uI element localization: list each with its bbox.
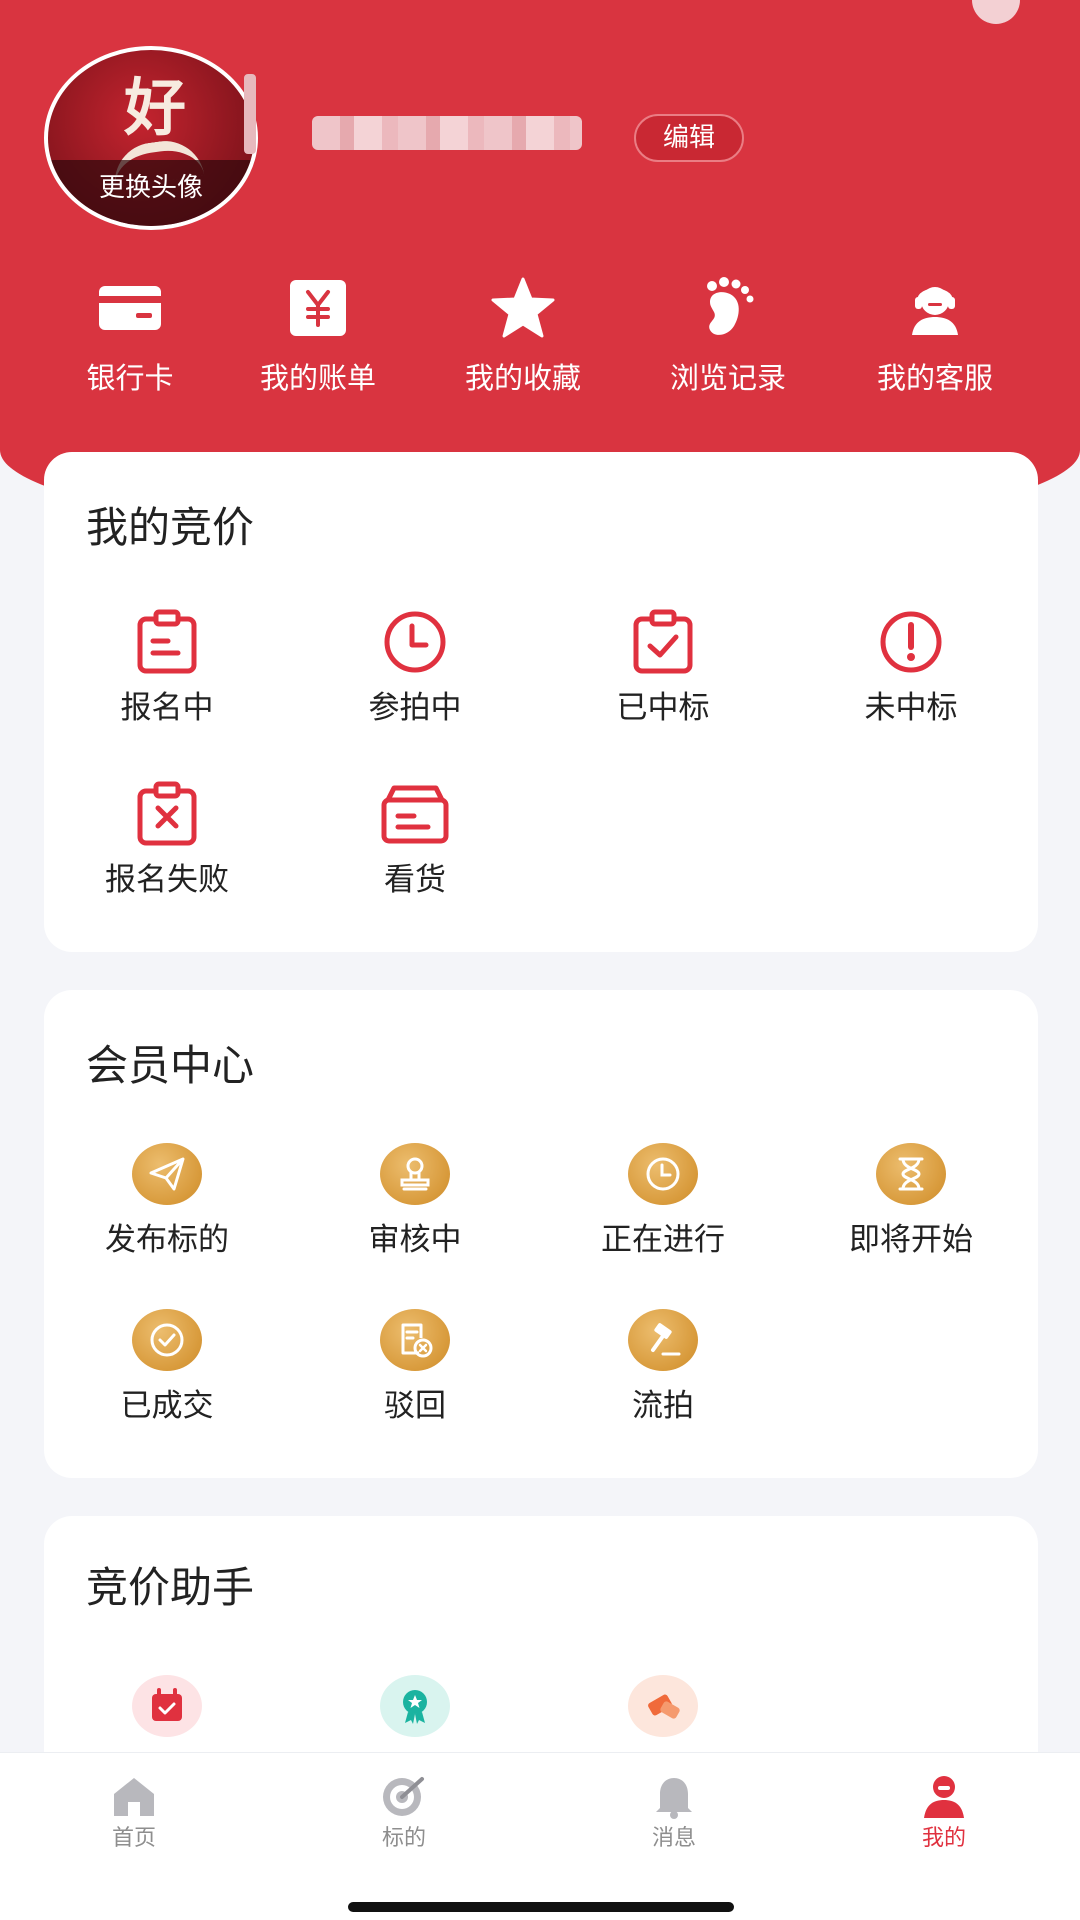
- quick-link-label: 我的账单: [259, 361, 376, 395]
- quick-link-bank-card[interactable]: 银行卡: [50, 272, 210, 396]
- assistant-card-title: 竞价助手: [86, 1563, 255, 1612]
- change-avatar-label[interactable]: 更换头像: [48, 160, 254, 226]
- user-icon: [884, 1771, 1004, 1821]
- tab-home[interactable]: 首页: [74, 1771, 194, 1853]
- tab-lots[interactable]: 标的: [344, 1771, 464, 1853]
- customer-service-icon: [855, 272, 1015, 344]
- bottom-tab-bar: 首页 标的 消息 我的: [0, 1752, 1080, 1920]
- calendar-check-icon: [132, 1675, 202, 1737]
- member-item-label: 驳回: [384, 1388, 446, 1424]
- bidding-item-lost[interactable]: 未中标: [801, 608, 1021, 728]
- edit-profile-button[interactable]: 编辑: [634, 114, 744, 162]
- tab-mine[interactable]: 我的: [884, 1771, 1004, 1853]
- member-item-in-progress[interactable]: 正在进行: [553, 1140, 773, 1260]
- award-badge-icon: [380, 1675, 450, 1737]
- clipboard-icon: [57, 608, 277, 676]
- bell-icon: [614, 1771, 734, 1821]
- assistant-item-tag[interactable]: [553, 1672, 773, 1740]
- gavel-icon: [628, 1309, 698, 1371]
- member-item-upcoming[interactable]: 即将开始: [801, 1140, 1021, 1260]
- quick-link-label: 我的客服: [876, 361, 993, 395]
- tab-label: 首页: [111, 1826, 156, 1851]
- bidding-item-label: 报名中: [120, 690, 214, 726]
- exclamation-circle-icon: [801, 608, 1021, 676]
- member-item-unsold[interactable]: 流拍: [553, 1306, 773, 1426]
- tab-messages[interactable]: 消息: [614, 1771, 734, 1853]
- quick-link-favorites[interactable]: 我的收藏: [443, 272, 603, 396]
- clipboard-check-icon: [553, 608, 773, 676]
- tab-label: 我的: [921, 1826, 966, 1851]
- member-item-reviewing[interactable]: 审核中: [305, 1140, 525, 1260]
- bidding-item-label: 未中标: [864, 690, 958, 726]
- bidding-item-inspection[interactable]: 看货: [305, 780, 525, 900]
- member-item-label: 即将开始: [849, 1222, 973, 1258]
- clock-icon: [628, 1143, 698, 1205]
- member-item-label: 流拍: [632, 1388, 694, 1424]
- avatar-artwork: 好: [123, 71, 186, 144]
- bank-card-icon: [50, 272, 210, 344]
- target-icon: [344, 1771, 464, 1821]
- bidding-item-participating[interactable]: 参拍中: [305, 608, 525, 728]
- quick-link-bills[interactable]: 我的账单: [238, 272, 398, 396]
- bidding-item-registering[interactable]: 报名中: [57, 608, 277, 728]
- member-card-title: 会员中心: [86, 1041, 255, 1090]
- clipboard-x-icon: [57, 780, 277, 848]
- hourglass-icon: [876, 1143, 946, 1205]
- quick-link-customer-service[interactable]: 我的客服: [855, 272, 1015, 396]
- assistant-item-calendar[interactable]: [57, 1672, 277, 1740]
- clock-icon: [305, 608, 525, 676]
- member-item-label: 已成交: [120, 1388, 214, 1424]
- document-x-icon: [380, 1309, 450, 1371]
- home-indicator: [348, 1902, 734, 1912]
- quick-link-label: 银行卡: [86, 361, 174, 395]
- tab-label: 消息: [651, 1826, 696, 1851]
- bidding-item-label: 报名失败: [105, 862, 229, 898]
- star-icon: [443, 272, 603, 344]
- username-blurred: [312, 116, 582, 150]
- quick-link-label: 浏览记录: [669, 361, 786, 395]
- footprint-icon: [648, 272, 808, 344]
- bill-yuan-icon: [238, 272, 398, 344]
- member-center-card: 会员中心 发布标的 审核中 正在进行 即将开始 已成交 驳回 流拍: [44, 990, 1038, 1478]
- member-item-rejected[interactable]: 驳回: [305, 1306, 525, 1426]
- member-item-label: 正在进行: [601, 1222, 725, 1258]
- quick-link-history[interactable]: 浏览记录: [648, 272, 808, 396]
- stamp-icon: [380, 1143, 450, 1205]
- home-icon: [74, 1771, 194, 1821]
- bidding-card-title: 我的竞价: [86, 503, 255, 552]
- bidding-item-label: 已中标: [616, 690, 710, 726]
- member-item-deal-done[interactable]: 已成交: [57, 1306, 277, 1426]
- avatar[interactable]: 好 更换头像: [44, 46, 258, 230]
- quick-link-label: 我的收藏: [464, 361, 581, 395]
- assistant-item-award[interactable]: [305, 1672, 525, 1740]
- check-circle-icon: [132, 1309, 202, 1371]
- member-item-publish[interactable]: 发布标的: [57, 1140, 277, 1260]
- bidding-card: 我的竞价 报名中 参拍中 已中标 未中标 报名失败 看货: [44, 452, 1038, 952]
- paper-plane-icon: [132, 1143, 202, 1205]
- member-item-label: 发布标的: [105, 1222, 229, 1258]
- tag-icon: [628, 1675, 698, 1737]
- bidding-item-won[interactable]: 已中标: [553, 608, 773, 728]
- bidding-item-label: 看货: [384, 862, 446, 898]
- tab-label: 标的: [381, 1826, 426, 1851]
- member-item-label: 审核中: [368, 1222, 462, 1258]
- bidding-item-registration-failed[interactable]: 报名失败: [57, 780, 277, 900]
- box-icon: [305, 780, 525, 848]
- username-blur-edge: [244, 74, 256, 154]
- bidding-item-label: 参拍中: [368, 690, 462, 726]
